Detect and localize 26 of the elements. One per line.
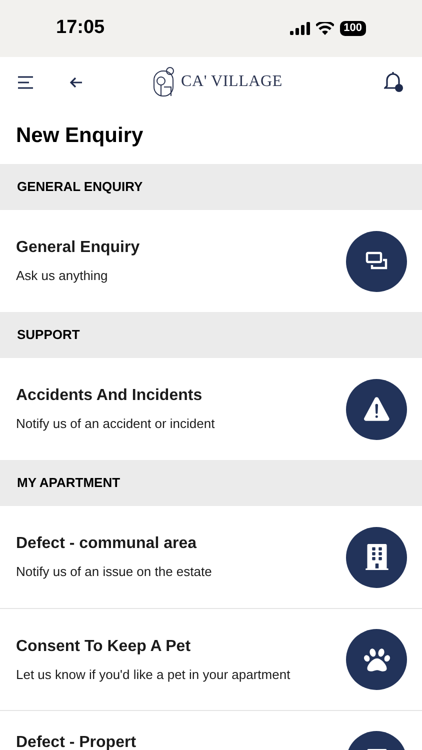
item-subtitle: Notify us of an issue on the estate	[16, 563, 213, 582]
battery-indicator: 100	[340, 21, 366, 36]
section-heading: MY APARTMENT	[17, 474, 120, 492]
item-subtitle: Ask us anything	[16, 267, 109, 286]
menu-icon[interactable]	[18, 76, 33, 88]
logo-icon	[153, 67, 175, 97]
building-icon	[364, 544, 390, 570]
brand-name: CA' VILLAGE	[181, 72, 282, 92]
page-title: New Enquiry	[15, 123, 144, 149]
signal-icon	[290, 22, 310, 35]
item-title: General Enquiry	[16, 238, 141, 258]
notification-bell-icon[interactable]	[384, 71, 404, 93]
item-subtitle: Notify us of an accident or incident	[16, 415, 216, 434]
back-arrow-icon[interactable]	[70, 76, 82, 88]
overlapping-windows-icon	[364, 251, 388, 271]
paw-icon	[364, 646, 390, 672]
item-subtitle: Let us know if you'd like a pet in your apartment	[16, 666, 292, 684]
item-title: Consent To Keep A Pet	[16, 636, 192, 657]
wifi-icon	[316, 22, 334, 35]
item-title: Defect - communal area	[16, 534, 198, 554]
enquiry-item[interactable]: Defect - Propert	[0, 710, 422, 750]
section-heading: GENERAL ENQUIRY	[17, 178, 143, 196]
item-title: Defect - Propert	[16, 733, 138, 750]
status-time: 17:05	[56, 16, 105, 40]
section-heading: SUPPORT	[17, 326, 80, 344]
item-title: Accidents And Incidents	[16, 386, 204, 406]
